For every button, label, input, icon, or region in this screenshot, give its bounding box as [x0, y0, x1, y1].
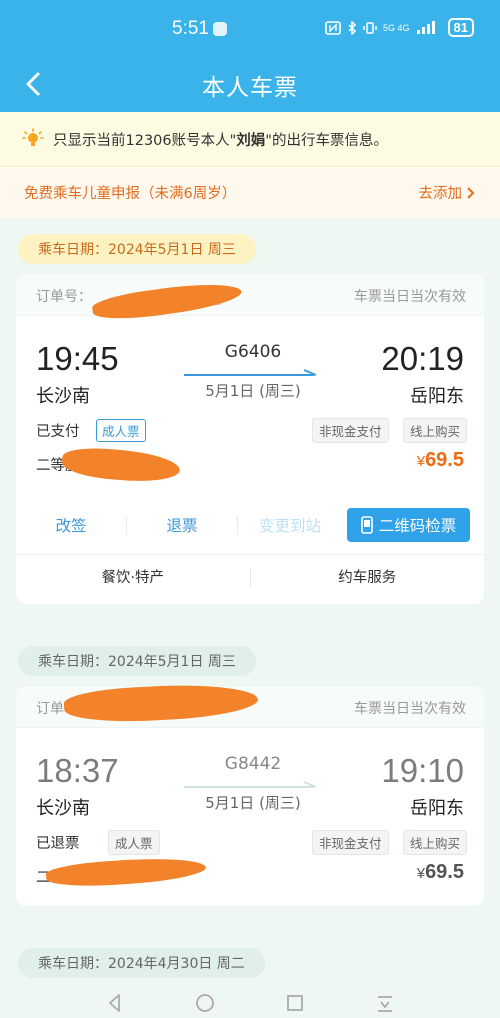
- channel-badge: 线上购买: [403, 830, 468, 855]
- arrival-station: 岳阳东: [410, 386, 464, 407]
- arrival-time: 19:10: [381, 752, 464, 789]
- ticket-actions: 改签 退票 变更到站 二维码检票: [16, 506, 484, 544]
- ticket-date-pill: 乘车日期：2024年4月30日 周二: [18, 948, 265, 978]
- change-station-button[interactable]: 变更到站: [238, 514, 342, 536]
- lightbulb-icon: [22, 128, 44, 146]
- pay-status: 已支付: [36, 424, 80, 440]
- service-links: 餐饮·特产 约车服务: [16, 554, 484, 598]
- nfc-icon: [325, 20, 341, 35]
- ticket-card[interactable]: 订单 车票当日当次有效 18:37 G8442 5月1日 (周三) 19:10 …: [16, 680, 484, 906]
- ticket-date-pill: 乘车日期：2024年5月1日 周三: [18, 234, 256, 264]
- qr-checkin-button[interactable]: 二维码检票: [347, 508, 470, 542]
- status-time: 5:51: [172, 18, 209, 39]
- departure-station: 长沙南: [36, 386, 90, 407]
- phone-icon: [360, 516, 373, 534]
- status-bar: 5:51 5G 4G 81: [0, 0, 500, 58]
- nav-back-icon[interactable]: [104, 992, 126, 1014]
- ticket-card[interactable]: 订单号： 改签 车票当日当次有效 19:45 G6406 5月1日 (周三) 2…: [16, 274, 484, 604]
- ticket-price: ¥69.5: [416, 449, 464, 471]
- ticket-type-badge: 成人票: [96, 419, 146, 442]
- status-indicator-icon: [213, 22, 227, 36]
- bluetooth-icon: [348, 20, 357, 35]
- food-service-link[interactable]: 餐饮·特产: [16, 566, 250, 587]
- notice-banner: 只显示当前12306账号本人"刘娟"的出行车票信息。: [0, 112, 500, 166]
- ticket-date-pill: 乘车日期：2024年5月1日 周三: [18, 646, 256, 676]
- child-declare-bar[interactable]: 免费乘车儿童申报（未满6周岁） 去添加: [0, 166, 500, 218]
- ticket-type-badge: 成人票: [108, 830, 160, 855]
- validity-label: 车票当日当次有效: [354, 289, 466, 305]
- nav-recents-icon[interactable]: [284, 992, 306, 1014]
- page-title: 本人车票: [202, 75, 298, 101]
- child-declare-text: 免费乘车儿童申报（未满6周岁）: [24, 186, 237, 202]
- order-number-label: 订单: [36, 701, 64, 717]
- channel-badge: 线上购买: [403, 418, 468, 443]
- chevron-right-icon: [467, 186, 475, 199]
- pay-method-badge: 非现金支付: [312, 418, 389, 443]
- arrival-station: 岳阳东: [410, 798, 464, 819]
- reschedule-button[interactable]: 改签: [16, 514, 126, 536]
- battery-icon: 81: [447, 18, 474, 37]
- ride-service-link[interactable]: 约车服务: [251, 566, 485, 587]
- ticket-price: ¥69.5: [416, 861, 464, 883]
- notice-text: 只显示当前12306账号本人"刘娟"的出行车票信息。: [53, 132, 388, 149]
- app-header: 本人车票: [0, 58, 500, 112]
- redaction-scribble: [61, 445, 181, 485]
- vibrate-icon: [363, 21, 377, 34]
- add-child-link[interactable]: 去添加: [419, 182, 477, 203]
- departure-station: 长沙南: [36, 798, 90, 819]
- refund-button[interactable]: 退票: [127, 514, 237, 536]
- pay-status: 已退票: [36, 836, 80, 852]
- validity-label: 车票当日当次有效: [354, 701, 466, 717]
- network-label: 5G 4G: [383, 22, 410, 33]
- nav-home-icon[interactable]: [194, 992, 216, 1014]
- direction-arrow-icon: [184, 369, 317, 376]
- signal-icon: [416, 20, 435, 34]
- order-number-label: 订单号：: [36, 289, 92, 305]
- nav-hide-icon[interactable]: [374, 992, 396, 1014]
- status-icons: 5G 4G 81: [325, 18, 474, 37]
- system-nav-bar: [0, 988, 500, 1018]
- pay-method-badge: 非现金支付: [312, 830, 389, 855]
- redaction-scribble: [45, 854, 207, 890]
- direction-arrow-icon: [184, 781, 317, 788]
- arrival-time: 20:19: [381, 340, 464, 377]
